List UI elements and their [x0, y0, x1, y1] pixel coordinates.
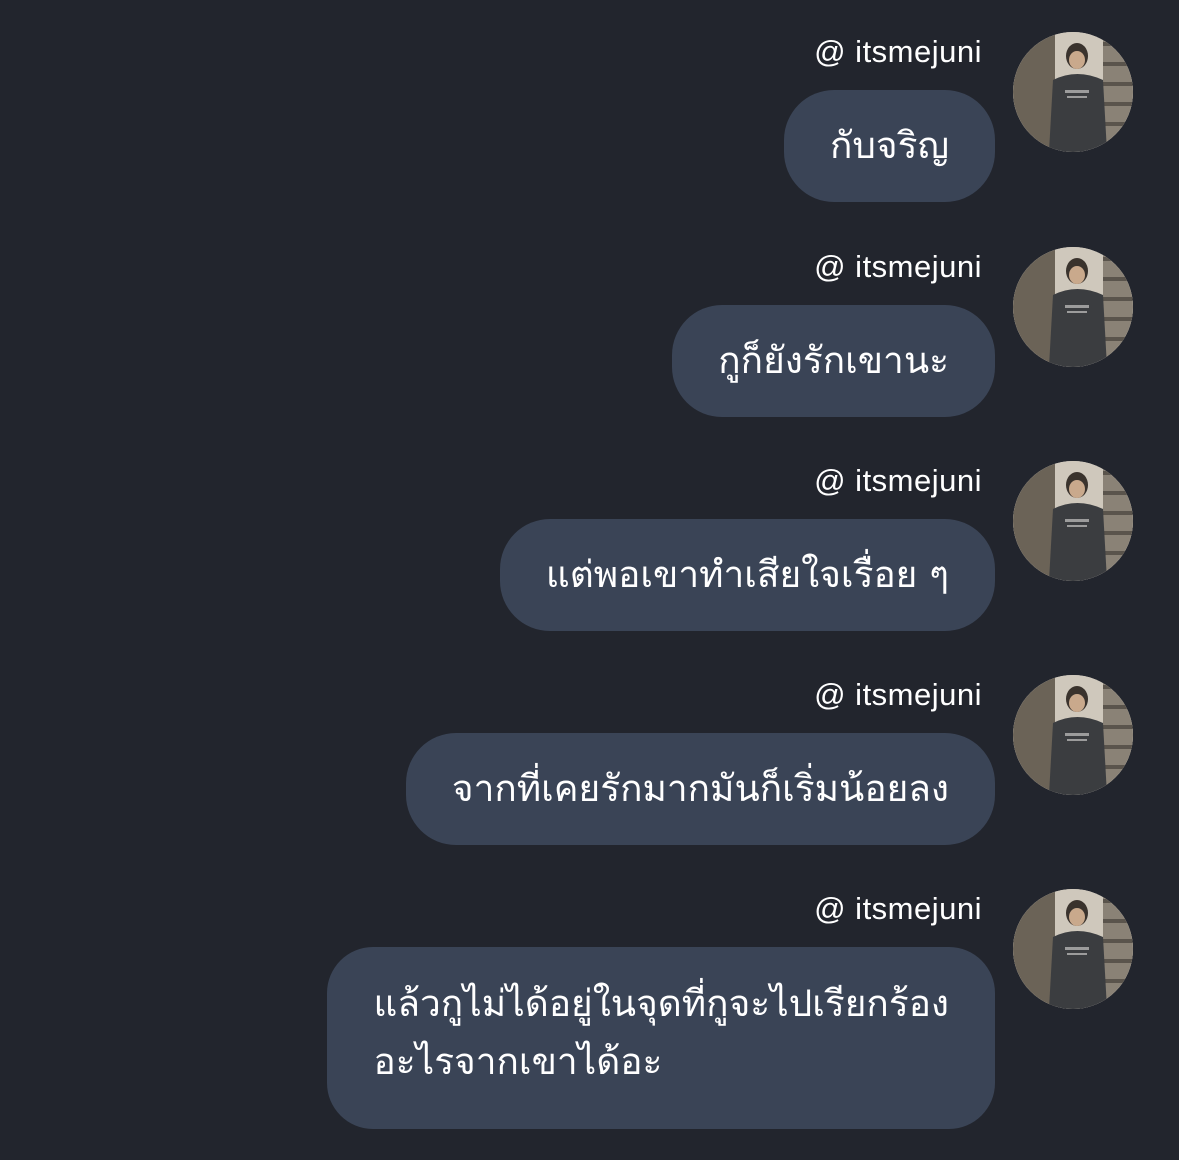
avatar[interactable] [1013, 32, 1133, 152]
sender-username[interactable]: @ itsmejuni [814, 889, 982, 929]
avatar[interactable] [1013, 247, 1133, 367]
message-bubble[interactable]: แต่พอเขาทำเสียใจเรื่อย ๆ [499, 519, 995, 631]
message-text: กับจริญ [830, 124, 949, 167]
sender-username[interactable]: @ itsmejuni [814, 247, 982, 287]
user-photo-avatar-icon [1013, 32, 1133, 152]
user-photo-avatar-icon [1013, 889, 1133, 1009]
message-line: อะไรจากเขาได้อะ [373, 1040, 663, 1083]
message-group: @ itsmejuni จากที่เคยรักมากมันก็เริ่มน้อ… [0, 675, 1179, 875]
message-text: กูก็ยังรักเขานะ [718, 339, 949, 382]
sender-username[interactable]: @ itsmejuni [814, 461, 982, 501]
message-text: แล้วกูไม่ได้อยู่ในจุดที่กูจะไปเรียกร้อง … [373, 975, 949, 1091]
message-bubble[interactable]: แล้วกูไม่ได้อยู่ในจุดที่กูจะไปเรียกร้อง … [327, 947, 995, 1129]
avatar[interactable] [1013, 889, 1133, 1009]
chat-thread: @ itsmejuni กับจริญ @ itsmejuni กูก็ยังร… [0, 0, 1179, 1160]
message-group: @ itsmejuni กูก็ยังรักเขานะ [0, 247, 1179, 447]
message-group: @ itsmejuni แล้วกูไม่ได้อยู่ในจุดที่กูจะ… [0, 889, 1179, 1149]
message-group: @ itsmejuni แต่พอเขาทำเสียใจเรื่อย ๆ [0, 461, 1179, 661]
message-bubble[interactable]: กูก็ยังรักเขานะ [672, 305, 995, 417]
user-photo-avatar-icon [1013, 461, 1133, 581]
message-bubble[interactable]: จากที่เคยรักมากมันก็เริ่มน้อยลง [405, 733, 995, 845]
sender-username[interactable]: @ itsmejuni [814, 675, 982, 715]
sender-username[interactable]: @ itsmejuni [814, 32, 982, 72]
message-line: แล้วกูไม่ได้อยู่ในจุดที่กูจะไปเรียกร้อง [373, 982, 949, 1025]
message-group: @ itsmejuni กับจริญ [0, 32, 1179, 232]
avatar[interactable] [1013, 461, 1133, 581]
user-photo-avatar-icon [1013, 675, 1133, 795]
avatar[interactable] [1013, 675, 1133, 795]
message-text: แต่พอเขาทำเสียใจเรื่อย ๆ [545, 553, 949, 596]
message-bubble[interactable]: กับจริญ [784, 90, 995, 202]
message-text: จากที่เคยรักมากมันก็เริ่มน้อยลง [451, 767, 949, 810]
user-photo-avatar-icon [1013, 247, 1133, 367]
